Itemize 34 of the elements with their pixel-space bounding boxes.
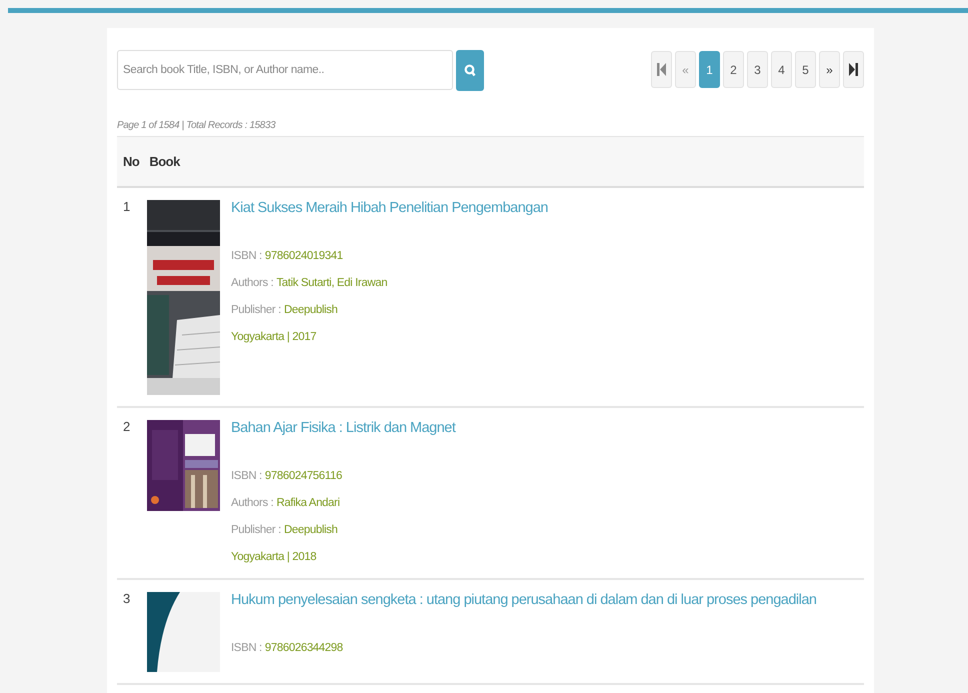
search-icon: [464, 64, 476, 77]
field-value: 9786026344298: [264, 641, 343, 656]
field-value: Deepublish: [284, 523, 338, 538]
field-value: Tatik Sutarti, Edi Irawan: [276, 276, 388, 291]
field-label: Authors :: [231, 496, 274, 511]
field-label: Publisher :: [231, 303, 281, 318]
column-header: Book: [149, 154, 180, 169]
record-summary: Page 1 of 1584 | Total Records : 15833: [117, 120, 276, 133]
field-label: Authors :: [231, 276, 274, 291]
field-label: ISBN :: [231, 469, 262, 484]
field-label: ISBN :: [231, 249, 262, 264]
skip-forward-icon: [849, 63, 858, 76]
page-button[interactable]: 2: [723, 51, 744, 88]
skip-back-icon: [657, 63, 666, 76]
field-value: Deepublish: [284, 303, 338, 318]
row-number: 2: [123, 419, 132, 434]
row-number: 3: [123, 591, 132, 606]
last-page-button[interactable]: [843, 51, 864, 88]
field-value: 9786024756116: [264, 469, 342, 484]
search-field[interactable]: Search book Title, ISBN, or Author name..: [117, 50, 453, 90]
page-button[interactable]: 4: [771, 51, 792, 88]
place-year: Yogyakarta | 2017: [231, 330, 316, 345]
place-year: Yogyakarta | 2018: [231, 550, 316, 565]
page-button[interactable]: 3: [747, 51, 768, 88]
field-value: 9786024019341: [264, 249, 343, 264]
field-label: ISBN :: [231, 641, 262, 656]
first-page-button[interactable]: [651, 51, 672, 88]
page-button[interactable]: 5: [795, 51, 816, 88]
field-value: Rafika Andari: [276, 496, 340, 511]
search-button[interactable]: [456, 50, 484, 91]
column-header: No: [123, 154, 140, 169]
next-page-button[interactable]: »: [819, 51, 840, 88]
row-number: 1: [123, 199, 132, 214]
field-label: Publisher :: [231, 523, 281, 538]
